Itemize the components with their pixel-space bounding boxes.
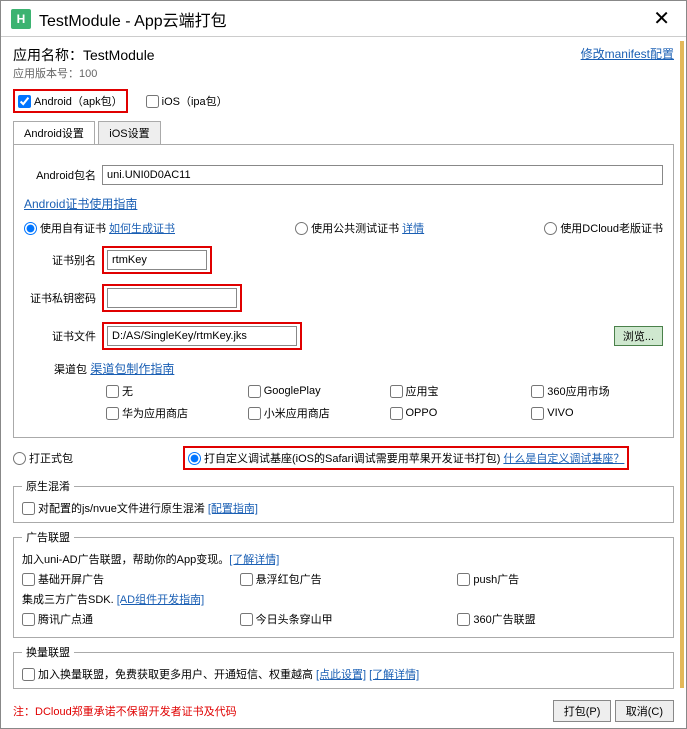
native-obfuscate-checkbox[interactable] (22, 502, 35, 515)
cert-pwd-label: 证书私钥密码 (24, 290, 96, 306)
window-title: TestModule - App云端打包 (39, 7, 647, 31)
android-platform-highlight: Android（apk包） (13, 89, 128, 113)
channel-none[interactable] (106, 385, 119, 398)
sdk-360[interactable] (457, 613, 470, 626)
app-name-label: 应用名称： (13, 47, 83, 63)
titlebar: H TestModule - App云端打包 ✕ (1, 1, 686, 37)
traffic-link1[interactable]: [点此设置] (316, 666, 366, 682)
channel-yingyongbao[interactable] (390, 385, 403, 398)
channel-huawei[interactable] (106, 407, 119, 420)
channel-360[interactable] (531, 385, 544, 398)
browse-button[interactable]: 浏览... (614, 326, 663, 346)
sdk-gdt[interactable] (22, 613, 35, 626)
tab-body-android: Android包名 Android证书使用指南 使用自有证书 如何生成证书 使用… (13, 145, 674, 438)
cert-public-radio[interactable] (295, 222, 308, 235)
traffic-link2[interactable]: [了解详情] (369, 666, 419, 682)
app-name-row: 应用名称：TestModule (13, 45, 155, 65)
package-name-label: Android包名 (24, 167, 96, 183)
native-help-link[interactable]: [配置指南] (208, 500, 258, 516)
cert-file-label: 证书文件 (24, 328, 96, 344)
build-debug-radio[interactable] (188, 452, 201, 465)
ad-push[interactable] (457, 573, 470, 586)
cert-dcloud-radio[interactable] (544, 222, 557, 235)
build-debug-help-link[interactable]: 什么是自定义调试基座？ (503, 450, 624, 466)
app-version-row: 应用版本号：100 (13, 65, 155, 81)
tab-android[interactable]: Android设置 (13, 121, 95, 144)
build-release-radio[interactable] (13, 452, 26, 465)
native-fieldset: 原生混淆 对配置的js/nvue文件进行原生混淆 [配置指南] (13, 478, 674, 523)
build-debug-label: 打自定义调试基座(iOS的Safari调试需要用苹果开发证书打包) (204, 450, 500, 466)
android-label: Android（apk包） (34, 93, 123, 109)
cert-own-help-link[interactable]: 如何生成证书 (109, 220, 175, 236)
bottom-bar: 注：DCloud郑重承诺不保留开发者证书及代码 打包(P) 取消(C) (13, 700, 674, 722)
app-name-value: TestModule (83, 47, 155, 63)
channel-vivo[interactable] (531, 407, 544, 420)
channel-xiaomi[interactable] (248, 407, 261, 420)
ads-legend: 广告联盟 (22, 529, 74, 545)
dialog-window: H TestModule - App云端打包 ✕ 应用名称：TestModule… (0, 0, 687, 729)
footer-note: 注：DCloud郑重承诺不保留开发者证书及代码 (13, 703, 237, 719)
channel-oppo[interactable] (390, 407, 403, 420)
traffic-label: 加入换量联盟，免费获取更多用户、开通短信、权重越高 (38, 666, 313, 682)
ad-splash[interactable] (22, 573, 35, 586)
traffic-legend: 换量联盟 (22, 644, 74, 660)
channel-label: 渠道包 (54, 364, 87, 376)
ios-label: iOS（ipa包） (162, 93, 228, 109)
traffic-fieldset: 换量联盟 加入换量联盟，免费获取更多用户、开通短信、权重越高 [点此设置] [了… (13, 644, 674, 689)
app-version-label: 应用版本号： (13, 68, 79, 80)
ad-redpacket[interactable] (240, 573, 253, 586)
cert-pwd-input[interactable] (107, 288, 237, 308)
ads-intro-link[interactable]: [了解详情] (229, 554, 279, 566)
close-icon[interactable]: ✕ (647, 6, 676, 31)
pack-button[interactable]: 打包(P) (553, 700, 612, 722)
content: 应用名称：TestModule 应用版本号：100 修改manifest配置 A… (1, 37, 686, 728)
ads-sdk-label: 集成三方广告SDK. (22, 594, 114, 606)
cert-public-help-link[interactable]: 详情 (402, 220, 424, 236)
channel-googleplay[interactable] (248, 385, 261, 398)
ads-intro: 加入uni-AD广告联盟，帮助你的App变现。 (22, 554, 229, 566)
cert-dcloud-label: 使用DCloud老版证书 (560, 220, 663, 236)
ads-sdk-link[interactable]: [AD组件开发指南] (117, 594, 204, 606)
manifest-link[interactable]: 修改manifest配置 (581, 45, 674, 62)
tab-ios[interactable]: iOS设置 (98, 121, 160, 144)
sdk-csj[interactable] (240, 613, 253, 626)
tabs: Android设置 iOS设置 (13, 121, 674, 145)
package-name-input[interactable] (102, 165, 663, 185)
native-legend: 原生混淆 (22, 478, 74, 494)
cert-file-input[interactable] (107, 326, 297, 346)
cert-alias-label: 证书别名 (24, 252, 96, 268)
build-release-label: 打正式包 (29, 450, 73, 466)
cert-own-label: 使用自有证书 (40, 220, 106, 236)
channel-grid: 无 GooglePlay 应用宝 360应用市场 华为应用商店 小米应用商店 O… (106, 383, 663, 421)
cert-alias-input[interactable] (107, 250, 207, 270)
traffic-checkbox[interactable] (22, 668, 35, 681)
cancel-button[interactable]: 取消(C) (615, 700, 674, 722)
cert-public-label: 使用公共测试证书 (311, 220, 399, 236)
app-logo-icon: H (11, 9, 31, 29)
channel-help-link[interactable]: 渠道包制作指南 (90, 362, 174, 376)
ads-fieldset: 广告联盟 加入uni-AD广告联盟，帮助你的App变现。[了解详情] 基础开屏广… (13, 529, 674, 638)
native-check-label: 对配置的js/nvue文件进行原生混淆 (38, 500, 205, 516)
cert-guide-link[interactable]: Android证书使用指南 (24, 197, 137, 211)
android-checkbox[interactable] (18, 95, 31, 108)
ios-checkbox[interactable] (146, 95, 159, 108)
app-version-value: 100 (79, 68, 97, 80)
cert-own-radio[interactable] (24, 222, 37, 235)
